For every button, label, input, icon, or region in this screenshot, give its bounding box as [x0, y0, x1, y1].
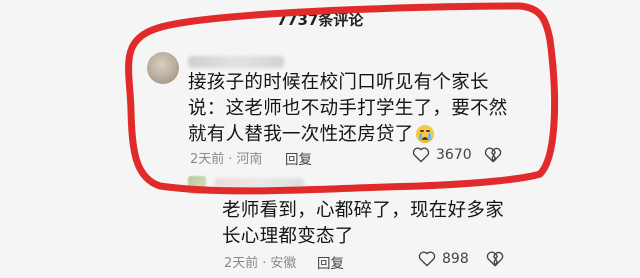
- reply-button[interactable]: 回复: [317, 252, 344, 272]
- broken-heart-icon: [484, 147, 502, 163]
- broken-heart-icon: [486, 251, 504, 267]
- dislike-button[interactable]: [486, 250, 504, 271]
- username-blurred[interactable]: [188, 56, 284, 68]
- comment-text: 老师看到，心都碎了，现在好多家长心理都变态了: [222, 200, 505, 247]
- comment-meta: 2天前 · 河南: [190, 152, 263, 167]
- comment-location: 安徽: [270, 256, 297, 271]
- like-count: 898: [442, 250, 469, 267]
- comment-body: 接孩子的时候在校门口听见有个家长说：这老师也不动手打学生了，要不然就有人替我一次…: [188, 72, 508, 145]
- comment-text: 接孩子的时候在校门口听见有个家长说：这老师也不动手打学生了，要不然就有人替我一次…: [188, 70, 518, 148]
- dislike-button[interactable]: [484, 146, 502, 167]
- like-count: 3670: [436, 146, 472, 163]
- like-button[interactable]: 898: [418, 250, 469, 267]
- comment-location: 河南: [236, 152, 263, 167]
- comment-time: 2天前: [224, 256, 259, 271]
- avatar[interactable]: [147, 52, 179, 84]
- reply-button[interactable]: 回复: [285, 148, 312, 168]
- comment-meta: 2天前 · 安徽: [224, 256, 297, 271]
- avatar[interactable]: [188, 176, 206, 194]
- like-button[interactable]: 3670: [412, 146, 472, 163]
- comment-time: 2天前: [190, 152, 225, 167]
- heart-icon: [412, 147, 430, 163]
- username-blurred[interactable]: [214, 178, 304, 189]
- crying-face-icon: [415, 125, 434, 143]
- comment-count-title: 7737条评论: [276, 11, 364, 29]
- heart-icon: [418, 251, 436, 267]
